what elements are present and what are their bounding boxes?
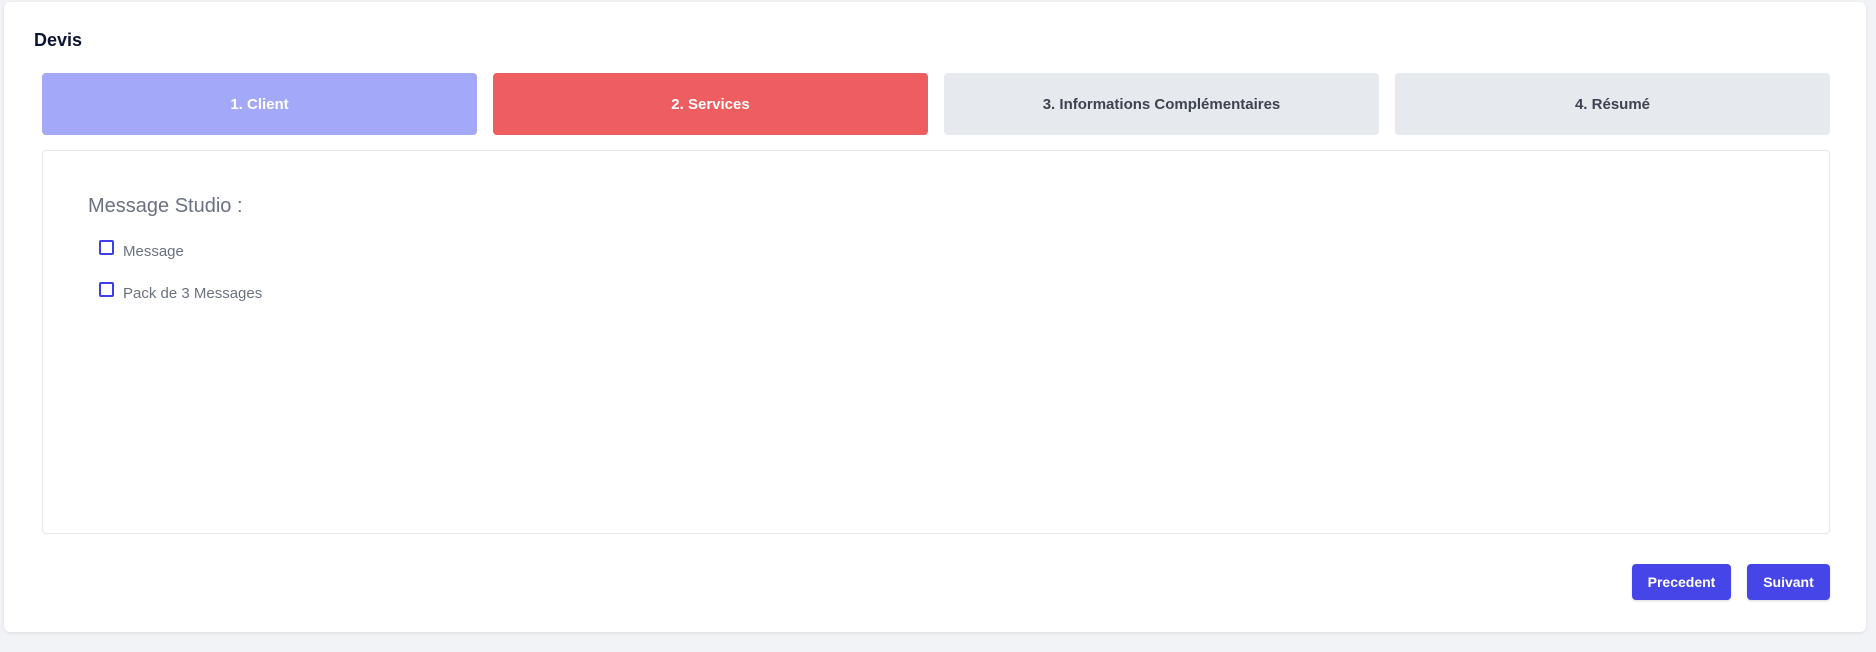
option-label: Message bbox=[123, 243, 184, 260]
step-client[interactable]: 1. Client bbox=[42, 73, 477, 135]
option-pack-3-messages[interactable]: Pack de 3 Messages bbox=[99, 282, 263, 302]
wizard-steps: 1. Client 2. Services 3. Informations Co… bbox=[42, 73, 1830, 135]
quote-card: Devis 1. Client 2. Services 3. Informati… bbox=[4, 2, 1866, 632]
services-panel: Message Studio : Message Pack de 3 Messa… bbox=[42, 150, 1830, 534]
message-checkbox[interactable] bbox=[99, 240, 114, 255]
next-button[interactable]: Suivant bbox=[1747, 564, 1830, 600]
card-title: Devis bbox=[34, 30, 83, 50]
option-label: Pack de 3 Messages bbox=[123, 285, 263, 302]
option-message[interactable]: Message bbox=[99, 240, 184, 260]
pack-3-messages-checkbox[interactable] bbox=[99, 282, 114, 297]
previous-button[interactable]: Precedent bbox=[1632, 564, 1731, 600]
section-title: Message Studio : bbox=[88, 195, 243, 217]
step-services[interactable]: 2. Services bbox=[493, 73, 928, 135]
step-summary[interactable]: 4. Résumé bbox=[1395, 73, 1830, 135]
step-additional-info[interactable]: 3. Informations Complémentaires bbox=[944, 73, 1379, 135]
